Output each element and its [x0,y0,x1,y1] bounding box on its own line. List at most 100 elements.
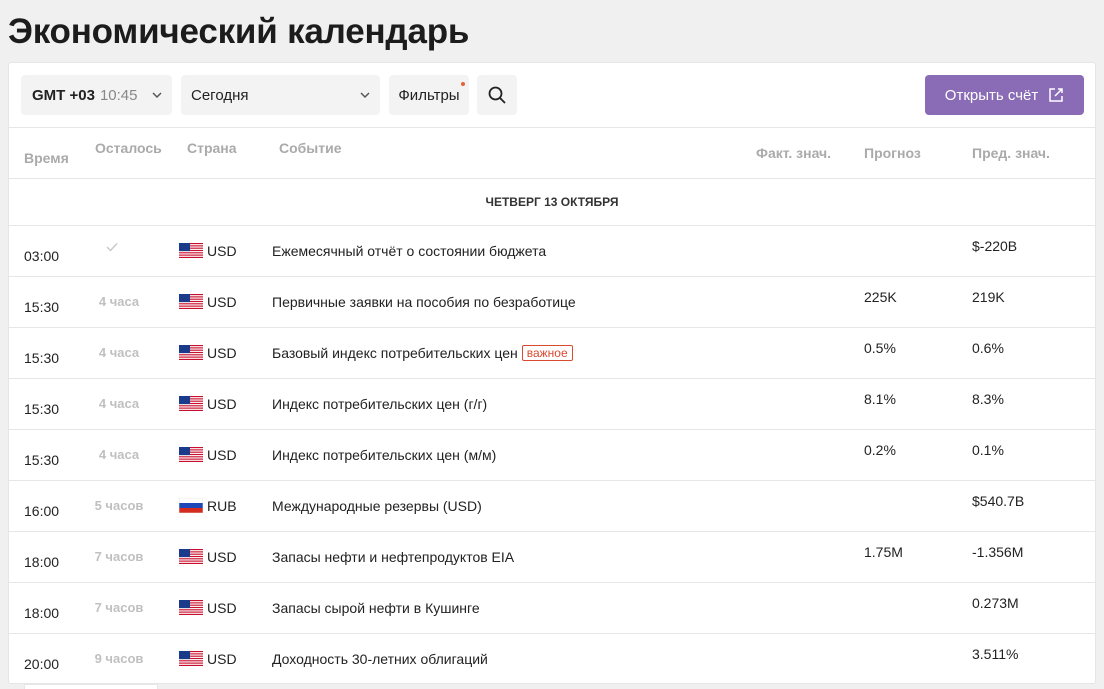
us-flag-icon [179,549,203,564]
day-separator: ЧЕТВЕРГ 13 ОКТЯБРЯ [9,179,1095,226]
search-button[interactable] [477,75,517,115]
us-flag-icon [179,345,203,360]
header-actual[interactable]: Факт. знач. [756,145,831,161]
important-badge: важное [521,345,573,361]
event-name-cell: Базовый индекс потребительских цен важное [272,345,573,361]
header-event[interactable]: Событие [279,140,342,156]
event-time: 18:00 [24,554,60,570]
date-select-value: Сегодня [191,86,249,104]
event-name-cell: Запасы нефти и нефтепродуктов EIA [272,549,514,565]
event-name[interactable]: Базовый индекс потребительских цен [272,345,518,361]
page-title: Экономический календарь [8,12,470,51]
timezone-offset: GMT +03 [32,86,95,104]
day-label: ЧЕТВЕРГ 13 ОКТЯБРЯ [485,195,619,209]
check-icon [106,243,118,252]
previous-value: $-220B [972,238,1018,254]
previous-value: 0.1% [972,442,1004,458]
bottom-tab[interactable] [24,684,158,689]
events-list: 03:00 USD Ежемесячный отчёт о состоянии бю… [9,226,1095,683]
event-name-cell: Индекс потребительских цен (г/г) [272,396,487,412]
event-time: 20:00 [24,656,60,672]
previous-value: -1.356M [972,544,1024,560]
table-row[interactable]: 15:30 4 часа USD Первичные заявки на пособи… [9,277,1095,328]
us-flag-icon [179,651,203,666]
event-time: 15:30 [24,299,60,315]
timezone-select[interactable]: GMT +03 10:45 [21,75,172,115]
chevron-down-icon [152,92,162,99]
currency: RUB [207,498,237,514]
header-forecast[interactable]: Прогноз [864,145,921,161]
previous-value: 8.3% [972,391,1004,407]
event-name[interactable]: Индекс потребительских цен (г/г) [272,396,487,412]
event-time: 15:30 [24,401,60,417]
filters-active-dot [461,82,465,86]
time-remaining: 9 часов [94,651,144,666]
open-account-button[interactable]: Открыть счёт [925,75,1084,115]
filters-label: Фильтры [398,86,460,104]
event-name[interactable]: Доходность 30-летних облигаций [272,651,488,667]
open-account-label: Открыть счёт [944,86,1039,104]
currency: USD [207,651,237,667]
event-name-cell: Доходность 30-летних облигаций [272,651,488,667]
header-time[interactable]: Время [24,150,69,166]
table-header: Время Осталось Страна Событие Факт. знач… [9,128,1095,179]
chevron-down-icon [360,92,370,99]
event-name-cell: Ежемесячный отчёт о состоянии бюджета [272,243,546,259]
currency: USD [207,345,237,361]
currency: USD [207,600,237,616]
time-remaining: 4 часа [98,396,140,411]
us-flag-icon [179,294,203,309]
table-row[interactable]: 15:30 4 часа USD Базовый индекс потребитель… [9,328,1095,379]
calendar-card: GMT +03 10:45 Сегодня Фильтры Открыть сч… [8,62,1096,684]
forecast-value: 1.75M [864,544,903,560]
time-remaining: 4 часа [98,294,140,309]
table-row[interactable]: 03:00 USD Ежемесячный отчёт о состоянии бю… [9,226,1095,277]
header-country[interactable]: Страна [187,140,237,156]
event-name-cell: Запасы сырой нефти в Кушинге [272,600,480,616]
event-name[interactable]: Индекс потребительских цен (м/м) [272,447,496,463]
table-row[interactable]: 16:00 5 часов RUB Международные резервы (US… [9,481,1095,532]
ru-flag-icon [178,497,204,514]
event-name[interactable]: Запасы сырой нефти в Кушинге [272,600,480,616]
event-name-cell: Индекс потребительских цен (м/м) [272,447,496,463]
date-select[interactable]: Сегодня [181,75,380,115]
time-remaining: 4 часа [98,447,140,462]
event-name[interactable]: Первичные заявки на пособия по безработи… [272,294,576,310]
event-name-cell: Международные резервы (USD) [272,498,482,514]
table-row[interactable]: 18:00 7 часов USD Запасы нефти и нефтепроду… [9,532,1095,583]
time-remaining: 5 часов [94,498,144,513]
event-name[interactable]: Запасы нефти и нефтепродуктов EIA [272,549,514,565]
previous-value: 219K [972,289,1005,305]
table-row[interactable]: 18:00 7 часов USD Запасы сырой нефти в Куши… [9,583,1095,634]
us-flag-icon [179,600,203,615]
event-name[interactable]: Ежемесячный отчёт о состоянии бюджета [272,243,546,259]
event-name[interactable]: Международные резервы (USD) [272,498,482,514]
forecast-value: 0.5% [864,340,896,356]
event-name-cell: Первичные заявки на пособия по безработи… [272,294,576,310]
header-remaining[interactable]: Осталось [95,140,162,156]
currency: USD [207,396,237,412]
us-flag-icon [179,243,203,258]
header-previous[interactable]: Пред. знач. [972,145,1050,161]
toolbar: GMT +03 10:45 Сегодня Фильтры Открыть сч… [9,63,1095,128]
table-row[interactable]: 20:00 9 часов USD Доходность 30-летних обли… [9,634,1095,683]
us-flag-icon [179,447,203,462]
previous-value: 0.6% [972,340,1004,356]
table-row[interactable]: 15:30 4 часа USD Индекс потребительских цен… [9,430,1095,481]
previous-value: 0.273M [972,595,1019,611]
search-icon [488,86,506,104]
table-row[interactable]: 15:30 4 часа USD Индекс потребительских цен… [9,379,1095,430]
forecast-value: 8.1% [864,391,896,407]
forecast-value: 225K [864,289,897,305]
currency: USD [207,447,237,463]
event-time: 03:00 [24,248,60,264]
event-time: 16:00 [24,503,60,519]
current-time: 10:45 [99,86,138,104]
previous-value: $540.7B [972,493,1025,509]
filters-button[interactable]: Фильтры [389,75,469,115]
forecast-value: 0.2% [864,442,896,458]
previous-value: 3.511% [972,646,1019,662]
event-time: 15:30 [24,452,60,468]
time-remaining: 7 часов [94,549,144,564]
external-link-icon [1049,88,1063,102]
